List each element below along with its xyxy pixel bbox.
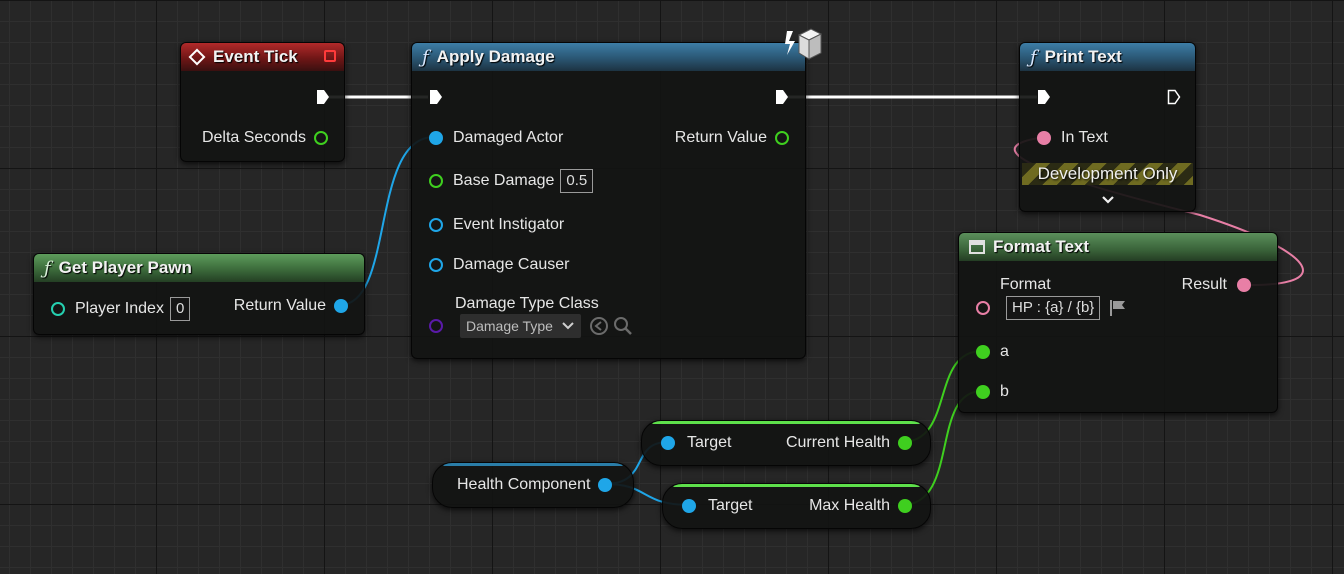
get-max-health-node[interactable]: Target Max Health [662, 483, 931, 529]
function-icon: ƒ [1030, 46, 1037, 68]
target-label: Target [687, 434, 732, 451]
delta-seconds-pin[interactable] [314, 131, 328, 145]
apply-damage-title: Apply Damage [436, 47, 555, 66]
result-label: Result [1181, 276, 1227, 293]
function-icon: ƒ [422, 46, 429, 68]
get-player-pawn-node[interactable]: ƒ Get Player Pawn Player Index 0 Return … [33, 253, 365, 335]
exec-input-pin[interactable] [429, 89, 443, 105]
variable-color-strip [443, 463, 623, 466]
event-instigator-pin[interactable] [429, 218, 443, 232]
damage-type-class-pin[interactable] [429, 319, 443, 333]
localization-flag-icon[interactable] [1108, 298, 1128, 318]
health-component-variable-node[interactable]: Health Component [432, 462, 634, 508]
target-label: Target [708, 497, 753, 514]
a-pin[interactable] [976, 345, 990, 359]
current-health-label: Current Health [785, 434, 890, 451]
base-damage-input[interactable]: 0.5 [560, 169, 594, 193]
getter-color-strip [673, 484, 920, 487]
format-text-header[interactable]: Format Text [959, 233, 1277, 261]
return-value-label: Return Value [674, 129, 767, 146]
format-text-node[interactable]: Format Text Format HP : {a} / {b} Result… [958, 232, 1278, 413]
damage-type-class-label: Damage Type Class [455, 295, 599, 312]
event-tick-node[interactable]: Event Tick Delta Seconds [180, 42, 345, 162]
print-text-node[interactable]: ƒ Print Text In Text Development Only [1019, 42, 1196, 212]
in-text-pin[interactable] [1037, 131, 1051, 145]
player-index-pin[interactable] [51, 302, 65, 316]
event-stop-icon [324, 50, 336, 62]
exec-output-pin[interactable] [775, 89, 789, 105]
b-pin[interactable] [976, 385, 990, 399]
exec-input-pin[interactable] [1037, 89, 1051, 105]
health-component-pin[interactable] [598, 478, 613, 492]
print-text-title: Print Text [1044, 47, 1122, 66]
damage-causer-pin[interactable] [429, 258, 443, 272]
damage-type-dropdown-value: Damage Type [466, 318, 553, 334]
function-icon: ƒ [44, 257, 51, 279]
damaged-actor-pin[interactable] [429, 131, 443, 145]
format-text-icon [969, 240, 985, 254]
format-input[interactable]: HP : {a} / {b} [1006, 296, 1101, 320]
health-component-label: Health Component [457, 476, 591, 493]
getter-color-strip [652, 421, 920, 424]
current-health-pin[interactable] [898, 436, 912, 450]
chevron-down-icon [562, 322, 574, 330]
base-damage-label: Base Damage [453, 172, 555, 189]
print-text-header[interactable]: ƒ Print Text [1020, 43, 1195, 71]
format-text-title: Format Text [993, 237, 1090, 256]
event-diamond-icon [188, 48, 206, 66]
player-index-label: Player Index [75, 300, 164, 317]
event-tick-header[interactable]: Event Tick [181, 43, 344, 71]
development-only-label: Development Only [1037, 164, 1178, 183]
target-pin[interactable] [682, 499, 696, 513]
get-player-pawn-title: Get Player Pawn [58, 258, 192, 277]
browse-asset-icon[interactable] [613, 316, 633, 336]
damaged-actor-label: Damaged Actor [453, 129, 564, 146]
authority-cube-icon [785, 28, 823, 60]
max-health-pin[interactable] [898, 499, 912, 513]
get-current-health-node[interactable]: Target Current Health [641, 420, 931, 466]
get-player-pawn-header[interactable]: ƒ Get Player Pawn [34, 254, 364, 282]
max-health-label: Max Health [809, 497, 890, 514]
event-instigator-label: Event Instigator [453, 216, 565, 233]
damage-type-dropdown[interactable]: Damage Type [460, 314, 581, 338]
delta-seconds-label: Delta Seconds [201, 129, 306, 146]
format-label: Format [1000, 276, 1051, 293]
b-label: b [1000, 383, 1009, 400]
use-selected-asset-icon[interactable] [589, 316, 609, 336]
chevron-down-icon[interactable] [1101, 195, 1115, 205]
a-label: a [1000, 343, 1009, 360]
in-text-label: In Text [1061, 129, 1108, 146]
base-damage-pin[interactable] [429, 174, 443, 188]
result-pin[interactable] [1237, 278, 1251, 292]
exec-output-pin[interactable] [316, 89, 330, 105]
exec-output-pin[interactable] [1167, 89, 1181, 105]
return-value-pin[interactable] [775, 131, 789, 145]
format-pin[interactable] [976, 301, 990, 315]
development-only-banner: Development Only [1022, 163, 1193, 185]
player-index-input[interactable]: 0 [169, 297, 191, 321]
event-tick-title: Event Tick [213, 47, 298, 66]
return-value-pin[interactable] [334, 299, 348, 313]
apply-damage-header[interactable]: ƒ Apply Damage [412, 43, 805, 71]
target-pin[interactable] [661, 436, 675, 450]
apply-damage-node[interactable]: ƒ Apply Damage Damaged Actor Return Valu… [411, 28, 823, 359]
return-value-label: Return Value [233, 297, 326, 314]
damage-causer-label: Damage Causer [453, 256, 570, 273]
